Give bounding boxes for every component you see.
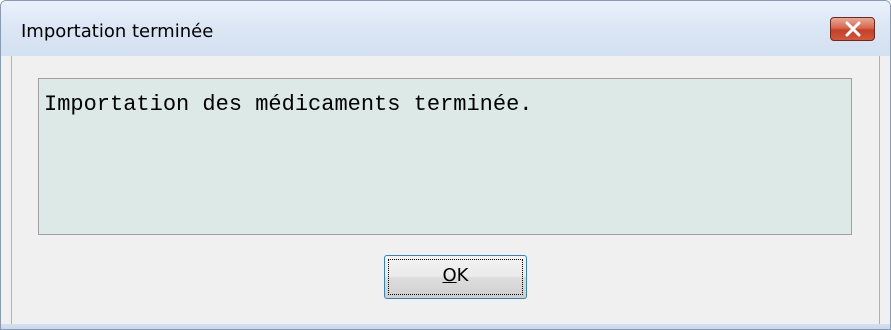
ok-mnemonic: O: [442, 265, 457, 286]
title-bar[interactable]: Importation terminée: [1, 1, 890, 56]
close-x-icon: [845, 21, 861, 37]
close-button[interactable]: [830, 17, 875, 41]
window-title: Importation terminée: [21, 21, 214, 42]
message-area: Importation des médicaments terminée.: [38, 78, 852, 235]
dialog-window: Importation terminée Importation des méd…: [0, 0, 891, 330]
message-text: Importation des médicaments terminée.: [44, 92, 533, 117]
ok-button[interactable]: OK: [384, 255, 527, 299]
ok-button-label: OK: [385, 265, 526, 286]
window-bottom-border: [1, 324, 890, 329]
ok-label-rest: K: [456, 265, 469, 286]
